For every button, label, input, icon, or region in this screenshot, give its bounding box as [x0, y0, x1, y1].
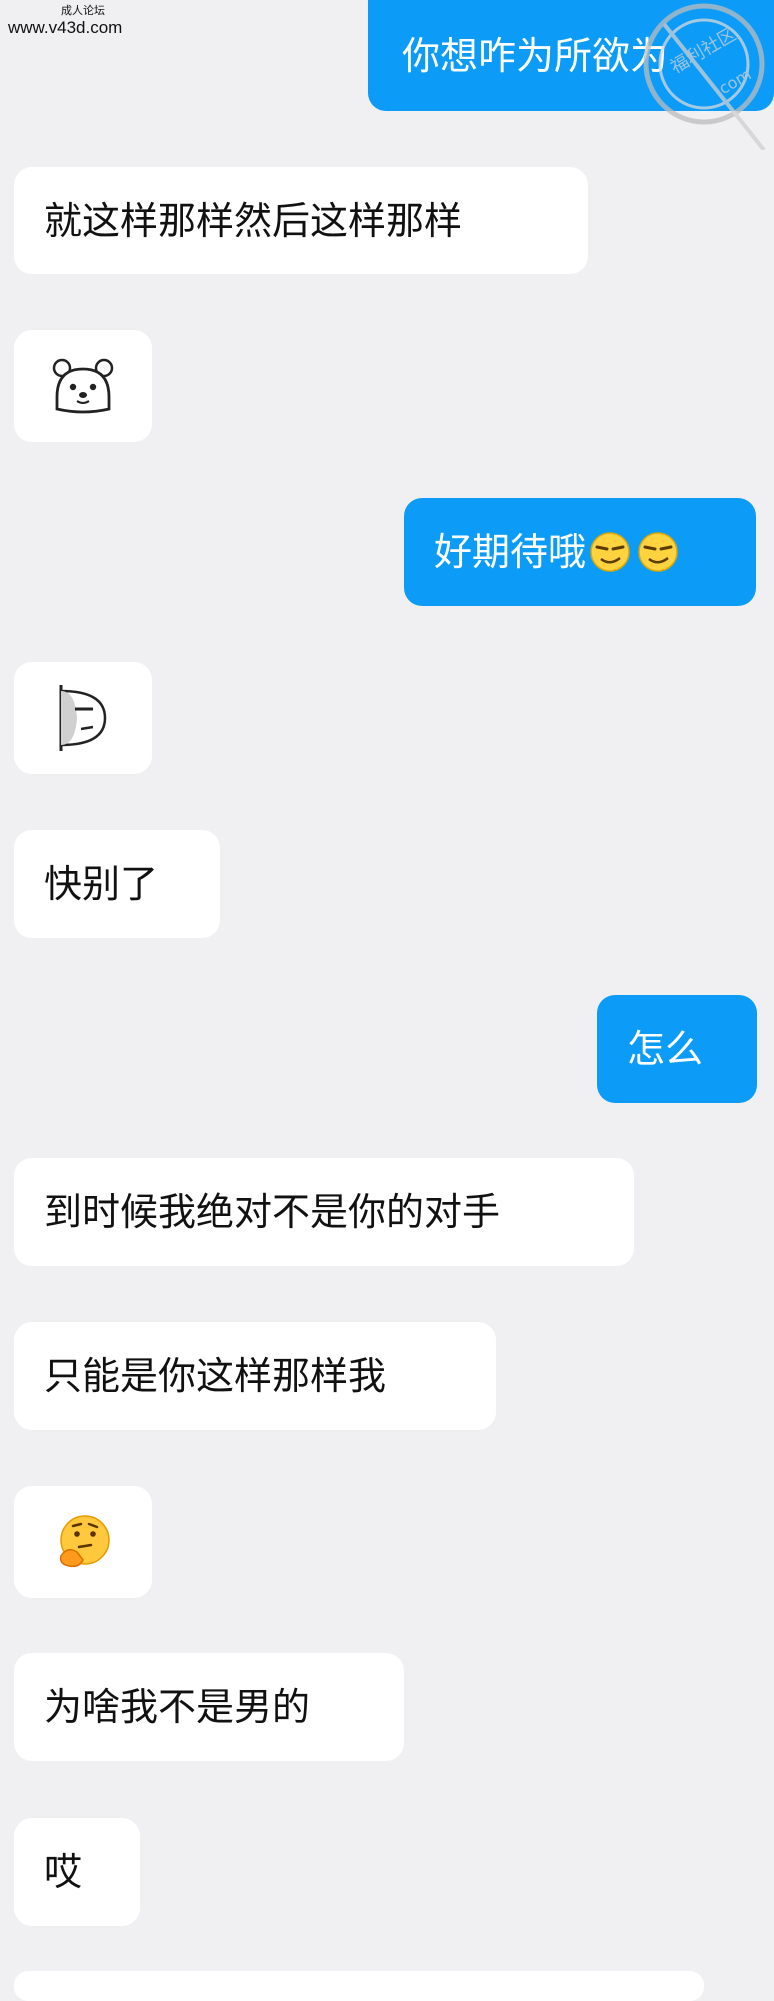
message-bubble-received[interactable]: 到时候我绝对不是你的对手 [14, 1158, 634, 1266]
message-bubble-received[interactable] [14, 330, 152, 442]
message-bubble-received[interactable]: 只能是你这样那样我 [14, 1322, 496, 1430]
message-text: 好期待哦 [434, 530, 587, 574]
watermark-url: www.v43d.com [8, 18, 123, 37]
message-bubble-received[interactable] [14, 1486, 152, 1598]
message-bubble-sent[interactable]: 怎么 [597, 995, 757, 1103]
message-bubble-received[interactable]: 快别了 [14, 830, 220, 938]
message-bubble-received[interactable] [14, 662, 152, 774]
smirk-face-emoji-icon [590, 532, 678, 572]
message-bubble-received[interactable]: 就这样那样然后这样那样 [14, 167, 588, 274]
half-face-peek-sticker-icon [59, 685, 107, 751]
message-text: 到时候我绝对不是你的对手 [44, 1190, 501, 1234]
site-watermark: 成人论坛 www.v43d.com [8, 4, 158, 38]
message-text: 你想咋为所欲为 [402, 33, 669, 78]
message-bubble-sent[interactable]: 好期待哦 [404, 498, 756, 606]
message-text: 快别了 [44, 862, 159, 906]
partial-bubble [14, 1971, 704, 2001]
message-text: 怎么 [627, 1027, 704, 1071]
message-bubble-sent[interactable]: 你想咋为所欲为 [368, 0, 774, 111]
message-text: 哎 [44, 1850, 83, 1894]
watermark-site-name: 成人论坛 [61, 5, 105, 17]
thinking-face-emoji-icon [59, 1515, 110, 1568]
next-message-partial [0, 1965, 774, 2001]
message-bubble-received[interactable]: 哎 [14, 1818, 140, 1926]
message-bubble-received[interactable]: 为啥我不是男的 [14, 1653, 404, 1761]
message-text: 为啥我不是男的 [44, 1685, 311, 1729]
bear-face-sticker-icon [52, 358, 114, 414]
message-text: 只能是你这样那样我 [44, 1354, 387, 1398]
message-text: 就这样那样然后这样那样 [44, 198, 463, 243]
